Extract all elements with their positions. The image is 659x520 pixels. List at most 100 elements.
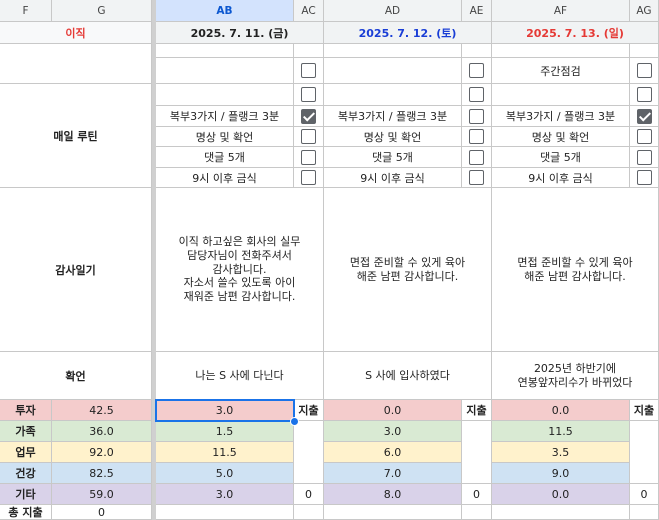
text-cell-af[interactable] <box>492 84 630 106</box>
checkbox-cell-ac[interactable] <box>294 58 324 84</box>
date-header-3[interactable]: 2025. 7. 13. (일) <box>492 22 659 44</box>
expense-total[interactable]: 59.0 <box>52 484 152 505</box>
routine-check-cell[interactable] <box>462 147 492 168</box>
empty-cell[interactable] <box>156 505 294 520</box>
checkbox-cell-ae[interactable] <box>462 58 492 84</box>
checkbox[interactable] <box>469 87 484 102</box>
text-cell-ab[interactable] <box>156 58 294 84</box>
routine-item-af[interactable]: 9시 이후 금식 <box>492 168 630 188</box>
routine-item-ad[interactable]: 복부3가지 / 플랭크 3분 <box>324 106 462 127</box>
gratitude-label[interactable]: 감사일기 <box>0 188 152 352</box>
row-label-career[interactable]: 이직 <box>0 22 152 44</box>
routine-item-ab[interactable]: 댓글 5개 <box>156 147 294 168</box>
text-cell-ad[interactable] <box>324 44 462 58</box>
date-header-2[interactable]: 2025. 7. 12. (토) <box>324 22 492 44</box>
routine-check-cell[interactable] <box>630 106 659 127</box>
expense-value-ad[interactable]: 3.0 <box>324 421 462 442</box>
expense-value-ad[interactable]: 6.0 <box>324 442 462 463</box>
checkbox-cell-ag[interactable] <box>630 58 659 84</box>
checkbox[interactable] <box>469 63 484 78</box>
gratitude-entry-ab[interactable]: 이직 하고싶은 회사의 실무 담당자님이 전화주셔서 감사합니다. 자소서 쓸수… <box>156 188 324 352</box>
routine-check-cell[interactable] <box>630 168 659 188</box>
day-expense-total-ae[interactable]: 0 <box>462 484 492 505</box>
checkbox[interactable] <box>301 63 316 78</box>
checkbox-cell-ac[interactable] <box>294 44 324 58</box>
empty-cell[interactable] <box>324 505 462 520</box>
text-cell-ab[interactable] <box>156 84 294 106</box>
expense-header-ac[interactable]: 지출 <box>294 400 324 421</box>
routine-check-cell[interactable] <box>294 147 324 168</box>
date-header-1[interactable]: 2025. 7. 11. (금) <box>156 22 324 44</box>
day-expense-total-ac[interactable]: 0 <box>294 484 324 505</box>
routine-checkbox[interactable] <box>636 170 652 185</box>
gratitude-entry-ad[interactable]: 면접 준비할 수 있게 육아 해준 남편 감사합니다. <box>324 188 492 352</box>
expense-total[interactable]: 82.5 <box>52 463 152 484</box>
expense-header-ae[interactable]: 지출 <box>462 400 492 421</box>
routine-check-cell[interactable] <box>630 127 659 147</box>
expense-header-ag[interactable]: 지출 <box>630 400 659 421</box>
expense-total[interactable]: 36.0 <box>52 421 152 442</box>
checkbox-cell-ag[interactable] <box>630 44 659 58</box>
affirmation-entry-ab[interactable]: 나는 S 사에 다닌다 <box>156 352 324 400</box>
routine-item-ab[interactable]: 명상 및 확언 <box>156 127 294 147</box>
routine-checkbox[interactable] <box>301 108 316 124</box>
routine-checkbox[interactable] <box>469 170 484 185</box>
expense-value-ab[interactable]: 3.0 <box>156 484 294 505</box>
routine-check-cell[interactable] <box>462 168 492 188</box>
text-cell-af[interactable] <box>492 44 630 58</box>
expense-category[interactable]: 건강 <box>0 463 52 484</box>
column-header-ag[interactable]: AG <box>630 0 659 22</box>
expense-value-ad[interactable]: 0.0 <box>324 400 462 421</box>
frozen-column-divider[interactable] <box>152 0 156 520</box>
expense-value-af[interactable]: 0.0 <box>492 484 630 505</box>
empty-cell[interactable] <box>462 505 492 520</box>
total-expense-label[interactable]: 총 지출 <box>0 505 52 520</box>
routine-item-af[interactable]: 댓글 5개 <box>492 147 630 168</box>
expense-total[interactable]: 92.0 <box>52 442 152 463</box>
routine-check-cell[interactable] <box>294 106 324 127</box>
empty-cell[interactable] <box>630 421 659 484</box>
expense-value-af[interactable]: 11.5 <box>492 421 630 442</box>
gratitude-entry-af[interactable]: 면접 준비할 수 있게 육아 해준 남편 감사합니다. <box>492 188 659 352</box>
empty-cell[interactable] <box>294 421 324 484</box>
column-header-ad[interactable]: AD <box>324 0 462 22</box>
expense-value-af[interactable]: 3.5 <box>492 442 630 463</box>
text-cell-ad[interactable] <box>324 84 462 106</box>
routine-checkbox[interactable] <box>469 129 484 144</box>
routine-checkbox[interactable] <box>636 108 652 124</box>
routine-item-ad[interactable]: 9시 이후 금식 <box>324 168 462 188</box>
expense-category[interactable]: 기타 <box>0 484 52 505</box>
column-header-ac[interactable]: AC <box>294 0 324 22</box>
column-header-ab[interactable]: AB <box>156 0 294 22</box>
routine-item-ab[interactable]: 복부3가지 / 플랭크 3분 <box>156 106 294 127</box>
checkbox-cell-ac[interactable] <box>294 84 324 106</box>
routine-check-cell[interactable] <box>462 106 492 127</box>
checkbox-cell-ag[interactable] <box>630 84 659 106</box>
expense-category[interactable]: 투자 <box>0 400 52 421</box>
routine-checkbox[interactable] <box>636 149 652 165</box>
expense-value-ab[interactable]: 3.0 <box>156 400 294 421</box>
checkbox[interactable] <box>636 87 652 102</box>
routine-checkbox[interactable] <box>469 149 484 165</box>
affirmation-entry-ad[interactable]: S 사에 입사하였다 <box>324 352 492 400</box>
checkbox[interactable] <box>636 63 652 78</box>
total-expense-value[interactable]: 0 <box>52 505 152 520</box>
expense-total[interactable]: 42.5 <box>52 400 152 421</box>
fill-handle[interactable] <box>290 417 299 426</box>
text-cell-af[interactable]: 주간점검 <box>492 58 630 84</box>
routine-check-cell[interactable] <box>462 127 492 147</box>
routine-item-ab[interactable]: 9시 이후 금식 <box>156 168 294 188</box>
routine-checkbox[interactable] <box>301 149 316 165</box>
text-cell-ad[interactable] <box>324 58 462 84</box>
expense-category[interactable]: 업무 <box>0 442 52 463</box>
routine-label[interactable]: 매일 루틴 <box>0 84 152 188</box>
expense-value-af[interactable]: 0.0 <box>492 400 630 421</box>
checkbox-cell-ae[interactable] <box>462 84 492 106</box>
routine-checkbox[interactable] <box>301 129 316 144</box>
expense-category[interactable]: 가족 <box>0 421 52 442</box>
empty-cell[interactable] <box>0 44 152 84</box>
routine-item-ad[interactable]: 명상 및 확언 <box>324 127 462 147</box>
expense-value-ad[interactable]: 7.0 <box>324 463 462 484</box>
empty-cell[interactable] <box>492 505 630 520</box>
expense-value-af[interactable]: 9.0 <box>492 463 630 484</box>
